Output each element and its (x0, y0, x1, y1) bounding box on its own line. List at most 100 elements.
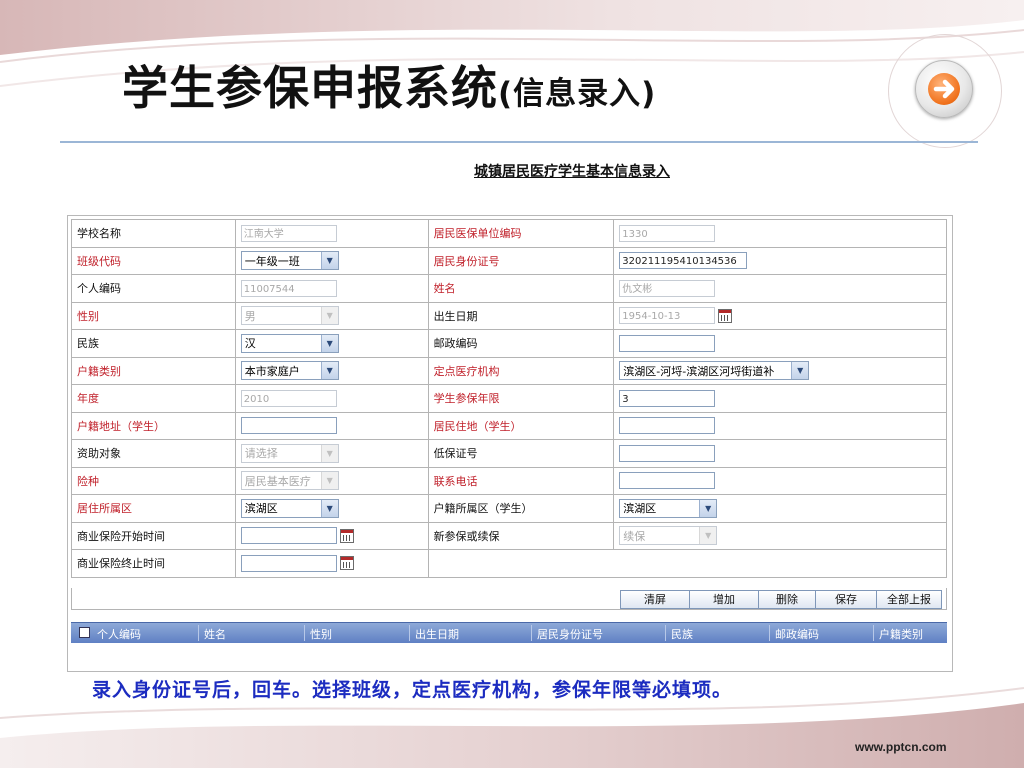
select-value: 汉 (244, 337, 256, 351)
form-row: 学校名称 江南大学 居民医保单位编码 1330 (71, 219, 947, 248)
grid-col-header[interactable]: 性别 (310, 626, 332, 642)
column-divider (304, 625, 305, 641)
form-row: 居住所属区 滨湖区 ▼ 户籍所属区（学生） 滨湖区 ▼ (71, 494, 947, 523)
info-form-table: 学校名称 江南大学 居民医保单位编码 1330 班级代码 一年级一班 ▼ 居民身份… (71, 219, 948, 578)
field-label: 低保证号 (427, 439, 615, 468)
grid-col-header[interactable]: 出生日期 (415, 626, 459, 642)
gender-select[interactable]: 男 ▼ (240, 306, 339, 326)
chevron-down-icon: ▼ (320, 444, 338, 462)
save-button[interactable]: 保存 (815, 590, 877, 609)
household-address-input[interactable] (240, 417, 337, 435)
field-label: 民族 (71, 329, 236, 358)
field-label: 学校名称 (71, 219, 236, 248)
field-label: 联系电话 (427, 466, 615, 495)
next-slide-button[interactable] (915, 60, 973, 118)
form-panel: 学校名称 江南大学 居民医保单位编码 1330 班级代码 一年级一班 ▼ 居民身份… (67, 215, 953, 672)
insurance-years-input[interactable]: 3 (619, 389, 716, 407)
select-value: 居民基本医疗 (244, 474, 311, 488)
field-label: 居民医保单位编码 (427, 219, 615, 248)
calendar-icon[interactable] (339, 556, 354, 571)
field-label: 个人编码 (71, 274, 236, 303)
commercial-start-input[interactable] (240, 527, 337, 545)
form-heading: 城镇居民医疗学生基本信息录入 (474, 164, 670, 180)
clear-button[interactable]: 清屏 (620, 590, 690, 609)
form-row: 险种 居民基本医疗 ▼ 联系电话 (71, 466, 947, 495)
select-value: 本市家庭户 (244, 364, 300, 378)
form-row: 商业保险终止时间 (71, 549, 948, 578)
phone-input[interactable] (619, 472, 716, 490)
field-label: 居民住地（学生） (427, 411, 615, 440)
field-label: 班级代码 (71, 246, 236, 275)
grid-col-header[interactable]: 姓名 (204, 626, 226, 642)
grid-col-header[interactable]: 户籍类别 (879, 626, 923, 642)
footer-url: www.pptcn.com (855, 740, 947, 754)
slide-title: 学生参保申报系统(信息录入) (122, 52, 656, 118)
ethnicity-select[interactable]: 汉 ▼ (240, 333, 339, 353)
column-divider (665, 625, 666, 641)
form-row: 年度 2010 学生参保年限 3 (71, 384, 947, 413)
year-input[interactable]: 2010 (240, 389, 337, 407)
unit-code-input[interactable]: 1330 (619, 224, 716, 242)
school-name-input[interactable]: 江南大学 (240, 224, 337, 242)
chevron-down-icon: ▼ (699, 499, 717, 517)
arrow-right-icon (933, 79, 955, 99)
field-label: 出生日期 (427, 301, 615, 330)
chevron-down-icon: ▼ (791, 362, 809, 380)
slide-title-sub: (信息录入) (498, 76, 657, 112)
name-input[interactable]: 仇文彬 (619, 279, 716, 297)
field-label: 户籍类别 (71, 356, 236, 385)
field-label: 居住所属区 (71, 494, 236, 523)
calendar-icon[interactable] (718, 308, 733, 323)
action-buttons: 清屏 增加 删除 保存 全部上报 (620, 590, 942, 609)
column-divider (769, 625, 770, 641)
class-code-select[interactable]: 一年级一班 ▼ (240, 251, 339, 271)
chevron-down-icon: ▼ (320, 334, 338, 352)
grid-col-header[interactable]: 个人编码 (97, 626, 141, 642)
submit-all-button[interactable]: 全部上报 (876, 590, 942, 609)
postal-code-input[interactable] (619, 334, 716, 352)
residence-input[interactable] (619, 417, 716, 435)
birth-date-input[interactable]: 1954-10-13 (619, 307, 716, 325)
field-label: 商业保险终止时间 (71, 549, 236, 578)
field-label: 年度 (71, 384, 236, 413)
medical-institution-select[interactable]: 滨湖区-河埒-滨湖区河埒街道补 ▼ (619, 361, 810, 381)
add-button[interactable]: 增加 (689, 590, 759, 609)
grid-header: 个人编码 姓名 性别 出生日期 居民身份证号 民族 邮政编码 户籍类别 (71, 622, 947, 644)
grid-col-header[interactable]: 居民身份证号 (537, 626, 603, 642)
form-row: 个人编码 11007544 姓名 仇文彬 (71, 274, 947, 303)
field-label: 居民身份证号 (427, 246, 615, 275)
grid-body (71, 643, 947, 670)
grid-col-header[interactable]: 民族 (671, 626, 693, 642)
field-label: 资助对象 (71, 439, 236, 468)
select-all-checkbox[interactable] (79, 627, 90, 638)
delete-button[interactable]: 删除 (758, 590, 816, 609)
subsidy-select[interactable]: 请选择 ▼ (240, 443, 339, 463)
slide-title-main: 学生参保申报系统 (122, 61, 498, 115)
chevron-down-icon: ▼ (320, 472, 338, 490)
residence-district-select[interactable]: 滨湖区 ▼ (240, 498, 339, 518)
chevron-down-icon: ▼ (320, 499, 338, 517)
personal-code-input[interactable]: 11007544 (240, 279, 337, 297)
select-value: 请选择 (244, 447, 278, 461)
form-row: 民族 汉 ▼ 邮政编码 (71, 329, 947, 358)
new-or-renew-select[interactable]: 续保 ▼ (619, 526, 718, 546)
id-number-input[interactable]: 320211195410134536 (619, 252, 748, 270)
field-label: 险种 (71, 466, 236, 495)
column-divider (409, 625, 410, 641)
chevron-down-icon: ▼ (320, 307, 338, 325)
grid-col-header[interactable]: 邮政编码 (775, 626, 819, 642)
column-divider (873, 625, 874, 641)
low-income-cert-input[interactable] (619, 444, 716, 462)
select-value: 续保 (623, 529, 646, 543)
form-row: 资助对象 请选择 ▼ 低保证号 (71, 439, 947, 468)
household-type-select[interactable]: 本市家庭户 ▼ (240, 361, 339, 381)
select-value: 滨湖区-河埒-滨湖区河埒街道补 (623, 364, 775, 378)
select-value: 滨湖区 (623, 502, 657, 516)
field-label: 新参保或续保 (427, 521, 615, 550)
calendar-icon[interactable] (339, 528, 354, 543)
household-district-select[interactable]: 滨湖区 ▼ (619, 498, 718, 518)
column-divider (531, 625, 532, 641)
insurance-type-select[interactable]: 居民基本医疗 ▼ (240, 471, 339, 491)
field-label: 性别 (71, 301, 236, 330)
commercial-end-input[interactable] (240, 554, 337, 572)
